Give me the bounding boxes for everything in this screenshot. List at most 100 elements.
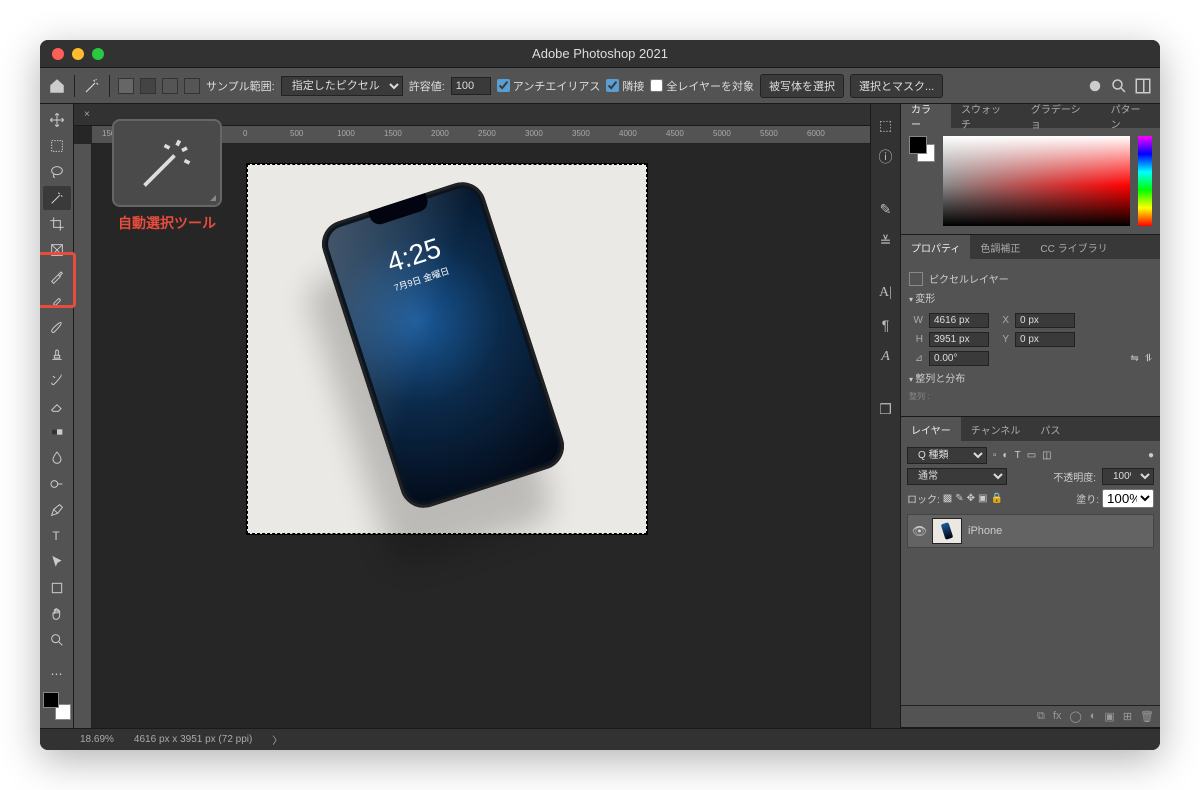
crop-tool[interactable] bbox=[43, 212, 71, 236]
filter-smart-icon[interactable]: ◫ bbox=[1042, 450, 1051, 461]
delete-layer-icon[interactable]: 🗑 bbox=[1140, 710, 1154, 723]
panel-glyphs-icon[interactable]: A bbox=[875, 346, 897, 368]
eyedropper-tool[interactable] bbox=[43, 264, 71, 288]
filter-shape-icon[interactable]: ▭ bbox=[1027, 450, 1036, 461]
stamp-tool[interactable] bbox=[43, 342, 71, 366]
tab-channels[interactable]: チャンネル bbox=[961, 417, 1031, 441]
gradient-tool[interactable] bbox=[43, 420, 71, 444]
panel-3d-icon[interactable]: ❒ bbox=[875, 398, 897, 420]
cloud-icon[interactable] bbox=[1086, 77, 1104, 95]
tab-properties[interactable]: プロパティ bbox=[901, 235, 970, 259]
transform-section[interactable]: 変形 bbox=[909, 286, 1152, 309]
tab-paths[interactable]: パス bbox=[1030, 417, 1070, 441]
edit-toolbar[interactable]: ⋯ bbox=[43, 662, 71, 686]
shape-tool[interactable] bbox=[43, 576, 71, 600]
filter-adjust-icon[interactable]: ◐ bbox=[1003, 450, 1009, 461]
zoom-level[interactable]: 18.69% bbox=[80, 734, 114, 745]
select-subject-button[interactable]: 被写体を選択 bbox=[760, 74, 844, 98]
height-input[interactable] bbox=[929, 332, 989, 347]
antialias-check[interactable]: アンチエイリアス bbox=[497, 78, 601, 94]
blur-tool[interactable] bbox=[43, 446, 71, 470]
layer-thumbnail[interactable] bbox=[932, 518, 962, 544]
color-field[interactable] bbox=[943, 136, 1130, 226]
zoom-icon[interactable] bbox=[92, 48, 104, 60]
angle-input[interactable] bbox=[929, 351, 989, 366]
blend-mode-select[interactable]: 通常 bbox=[907, 468, 1007, 485]
close-icon[interactable] bbox=[52, 48, 64, 60]
x-input[interactable] bbox=[1015, 313, 1075, 328]
new-layer-icon[interactable]: ⊞ bbox=[1123, 710, 1132, 723]
doc-tab[interactable]: × bbox=[74, 109, 100, 120]
align-section[interactable]: 整列と分布 bbox=[909, 366, 1152, 389]
selection-new-icon[interactable] bbox=[118, 78, 134, 94]
tab-layers[interactable]: レイヤー bbox=[901, 417, 961, 441]
flip-v-icon[interactable]: ⥮ bbox=[1145, 353, 1152, 364]
lock-paint-icon[interactable]: ✎ bbox=[955, 493, 963, 504]
select-and-mask-button[interactable]: 選択とマスク... bbox=[850, 74, 943, 98]
search-icon[interactable] bbox=[1110, 77, 1128, 95]
eraser-tool[interactable] bbox=[43, 394, 71, 418]
color-fg-bg[interactable] bbox=[909, 136, 935, 162]
lasso-tool[interactable] bbox=[43, 160, 71, 184]
path-selection-tool[interactable] bbox=[43, 550, 71, 574]
lock-trans-icon[interactable]: ▩ bbox=[943, 493, 952, 504]
new-fill-icon[interactable]: ◐ bbox=[1090, 710, 1097, 723]
brush-tool[interactable] bbox=[43, 316, 71, 340]
fill-select[interactable]: 100% bbox=[1102, 489, 1154, 508]
link-layers-icon[interactable]: ⧉ bbox=[1037, 710, 1045, 723]
tab-swatches[interactable]: スウォッチ bbox=[951, 104, 1021, 128]
zoom-tool[interactable] bbox=[43, 628, 71, 652]
contiguous-check[interactable]: 隣接 bbox=[606, 78, 644, 94]
opacity-select[interactable]: 100% bbox=[1102, 468, 1154, 485]
frame-tool[interactable] bbox=[43, 238, 71, 262]
visibility-icon[interactable]: 👁 bbox=[912, 524, 926, 538]
lock-all-icon[interactable]: 🔒 bbox=[990, 493, 1002, 504]
hand-tool[interactable] bbox=[43, 602, 71, 626]
tolerance-input[interactable] bbox=[451, 77, 491, 95]
layer-mask-icon[interactable]: ◯ bbox=[1069, 710, 1081, 723]
y-input[interactable] bbox=[1015, 332, 1075, 347]
type-tool[interactable]: T bbox=[43, 524, 71, 548]
panel-paragraph-icon[interactable]: ¶ bbox=[875, 314, 897, 336]
healing-tool[interactable] bbox=[43, 290, 71, 314]
workspace-icon[interactable] bbox=[1134, 77, 1152, 95]
tab-gradients[interactable]: グラデーショ bbox=[1021, 104, 1101, 128]
selection-add-icon[interactable] bbox=[140, 78, 156, 94]
flip-h-icon[interactable]: ⇋ bbox=[1130, 353, 1138, 364]
tab-libraries[interactable]: CC ライブラリ bbox=[1030, 235, 1117, 259]
panel-character-icon[interactable]: A| bbox=[875, 282, 897, 304]
filter-type-icon[interactable]: T bbox=[1015, 450, 1021, 461]
hue-slider[interactable] bbox=[1138, 136, 1152, 226]
sample-size-select[interactable]: 指定したピクセル bbox=[281, 76, 403, 96]
layer-filter-select[interactable]: Q 種類 bbox=[907, 447, 987, 464]
fg-bg-swatch[interactable] bbox=[43, 692, 71, 720]
magic-wand-preset-icon[interactable] bbox=[83, 77, 101, 95]
marquee-tool[interactable] bbox=[43, 134, 71, 158]
panel-brushes-icon[interactable]: ✎ bbox=[875, 198, 897, 220]
lock-pos-icon[interactable]: ✥ bbox=[967, 493, 975, 504]
layer-fx-icon[interactable]: fx bbox=[1053, 710, 1062, 723]
move-tool[interactable] bbox=[43, 108, 71, 132]
panel-info-icon[interactable]: ⓘ bbox=[875, 146, 897, 168]
panel-histogram-icon[interactable]: ⬚ bbox=[875, 114, 897, 136]
all-layers-check[interactable]: 全レイヤーを対象 bbox=[650, 78, 754, 94]
lock-artboard-icon[interactable]: ▣ bbox=[978, 493, 987, 504]
tab-adjustments[interactable]: 色調補正 bbox=[970, 235, 1030, 259]
magic-wand-tool[interactable] bbox=[43, 186, 71, 210]
filter-pixel-icon[interactable]: ▫ bbox=[993, 450, 997, 461]
filter-toggle-icon[interactable]: ● bbox=[1148, 450, 1154, 461]
width-input[interactable] bbox=[929, 313, 989, 328]
history-brush-tool[interactable] bbox=[43, 368, 71, 392]
pen-tool[interactable] bbox=[43, 498, 71, 522]
home-icon[interactable] bbox=[48, 77, 66, 95]
layer-item[interactable]: 👁 iPhone bbox=[907, 514, 1154, 548]
tab-color[interactable]: カラー bbox=[901, 104, 951, 128]
selection-subtract-icon[interactable] bbox=[162, 78, 178, 94]
dodge-tool[interactable] bbox=[43, 472, 71, 496]
selection-intersect-icon[interactable] bbox=[184, 78, 200, 94]
panel-adjustments-icon[interactable]: ≚ bbox=[875, 230, 897, 252]
canvas[interactable]: 自動選択ツール 4:25 7月9日 金曜日 bbox=[92, 144, 870, 728]
minimize-icon[interactable] bbox=[72, 48, 84, 60]
new-group-icon[interactable]: ▣ bbox=[1104, 710, 1114, 723]
tab-patterns[interactable]: パターン bbox=[1101, 104, 1160, 128]
